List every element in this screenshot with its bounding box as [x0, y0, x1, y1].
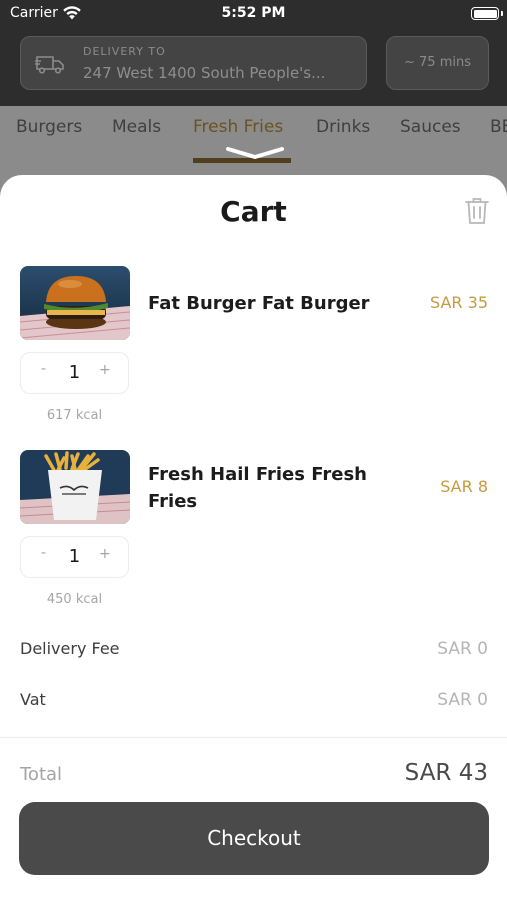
delivery-address: 247 West 1400 South People's...	[83, 64, 326, 82]
item-name: Fresh Hail Fries Fresh Fries	[148, 464, 367, 512]
quantity-stepper: - 1 +	[20, 536, 129, 578]
vat-value: SAR 0	[437, 690, 488, 710]
vat-label: Vat	[20, 690, 46, 709]
quantity-value: 1	[68, 546, 81, 567]
quantity-value: 1	[68, 362, 81, 383]
total-label: Total	[20, 764, 63, 785]
tab-drinks[interactable]: Drinks	[316, 117, 370, 137]
item-calories: 450 kcal	[46, 592, 103, 607]
item-name: Fat Burger Fat Burger	[148, 293, 370, 314]
cart-title: Cart	[220, 195, 287, 228]
delivery-truck-icon	[35, 56, 64, 74]
tab-burgers[interactable]: Burgers	[16, 117, 82, 137]
fries-image	[20, 450, 130, 524]
tab-meals[interactable]: Meals	[112, 117, 161, 137]
tab-sauces[interactable]: Sauces	[400, 117, 461, 137]
checkout-button[interactable]: Checkout	[19, 802, 489, 875]
item-price: SAR 35	[430, 293, 488, 312]
increase-quantity-button[interactable]: +	[99, 546, 111, 562]
delivery-caption: DELIVERY TO	[83, 45, 166, 58]
divider	[0, 737, 507, 738]
eta-button[interactable]: ~ 75 mins	[386, 36, 489, 90]
delivery-fee-label: Delivery Fee	[20, 639, 120, 658]
sheet-handle-chevron-icon[interactable]	[226, 146, 284, 160]
increase-quantity-button[interactable]: +	[99, 362, 111, 378]
delivery-fee-value: SAR 0	[437, 639, 488, 659]
trash-icon[interactable]	[465, 197, 489, 225]
status-time: 5:52 PM	[221, 5, 286, 21]
status-bar: Carrier 5:52 PM	[0, 0, 507, 28]
delivery-address-button[interactable]: DELIVERY TO 247 West 1400 South People's…	[20, 36, 367, 90]
total-value: SAR 43	[404, 760, 488, 786]
tab-be[interactable]: BE	[490, 117, 507, 137]
cart-sheet: Cart Fat Burger Fat Burger SAR 35 - 1 + …	[0, 175, 507, 900]
battery-icon	[471, 7, 503, 20]
item-calories: 617 kcal	[46, 408, 103, 423]
item-price: SAR 8	[440, 477, 488, 496]
tab-fresh-fries[interactable]: Fresh Fries	[193, 117, 283, 137]
quantity-stepper: - 1 +	[20, 352, 129, 394]
top-bar: Carrier 5:52 PM DELIVERY TO 247 West 140…	[0, 0, 507, 106]
burger-image	[20, 266, 130, 340]
